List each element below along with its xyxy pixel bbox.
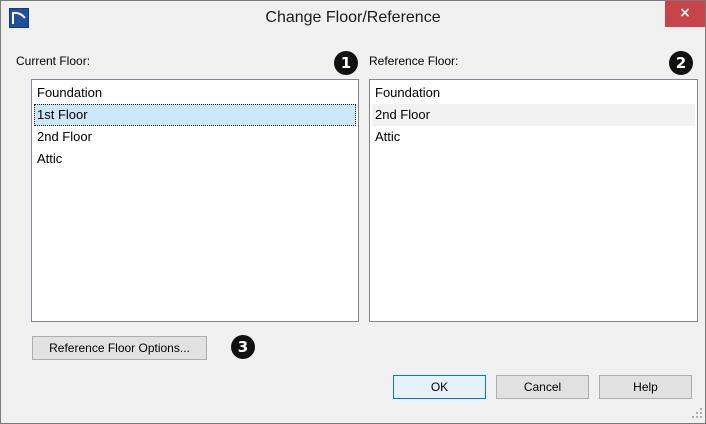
current-floor-item[interactable]: Foundation bbox=[34, 82, 356, 104]
resize-grip-icon[interactable] bbox=[691, 407, 703, 419]
callout-3-badge: 3 bbox=[231, 335, 255, 359]
help-button[interactable]: Help bbox=[599, 375, 692, 399]
reference-floor-item[interactable]: Attic bbox=[372, 126, 695, 148]
current-floor-item[interactable]: 2nd Floor bbox=[34, 126, 356, 148]
reference-floor-list[interactable]: Foundation 2nd Floor Attic bbox=[369, 79, 698, 322]
current-floor-list[interactable]: Foundation 1st Floor 2nd Floor Attic bbox=[31, 79, 359, 322]
current-floor-label: Current Floor: bbox=[16, 54, 91, 68]
cancel-button[interactable]: Cancel bbox=[496, 375, 589, 399]
reference-floor-label: Reference Floor: bbox=[369, 54, 459, 68]
close-button[interactable]: × bbox=[665, 1, 705, 27]
current-floor-item[interactable]: Attic bbox=[34, 148, 356, 170]
reference-floor-item[interactable]: Foundation bbox=[372, 82, 695, 104]
dialog-title: Change Floor/Reference bbox=[265, 9, 441, 26]
reference-floor-item-selected[interactable]: 2nd Floor bbox=[372, 104, 695, 126]
current-floor-item-selected[interactable]: 1st Floor bbox=[34, 104, 356, 126]
reference-floor-options-button[interactable]: Reference Floor Options... bbox=[32, 336, 207, 360]
ok-button[interactable]: OK bbox=[393, 375, 486, 399]
dialog-window: Change Floor/Reference × Current Floor: … bbox=[0, 0, 706, 424]
title-bar[interactable]: Change Floor/Reference × bbox=[1, 1, 705, 37]
callout-2-badge: 2 bbox=[669, 51, 693, 75]
callout-1-badge: 1 bbox=[334, 51, 358, 75]
